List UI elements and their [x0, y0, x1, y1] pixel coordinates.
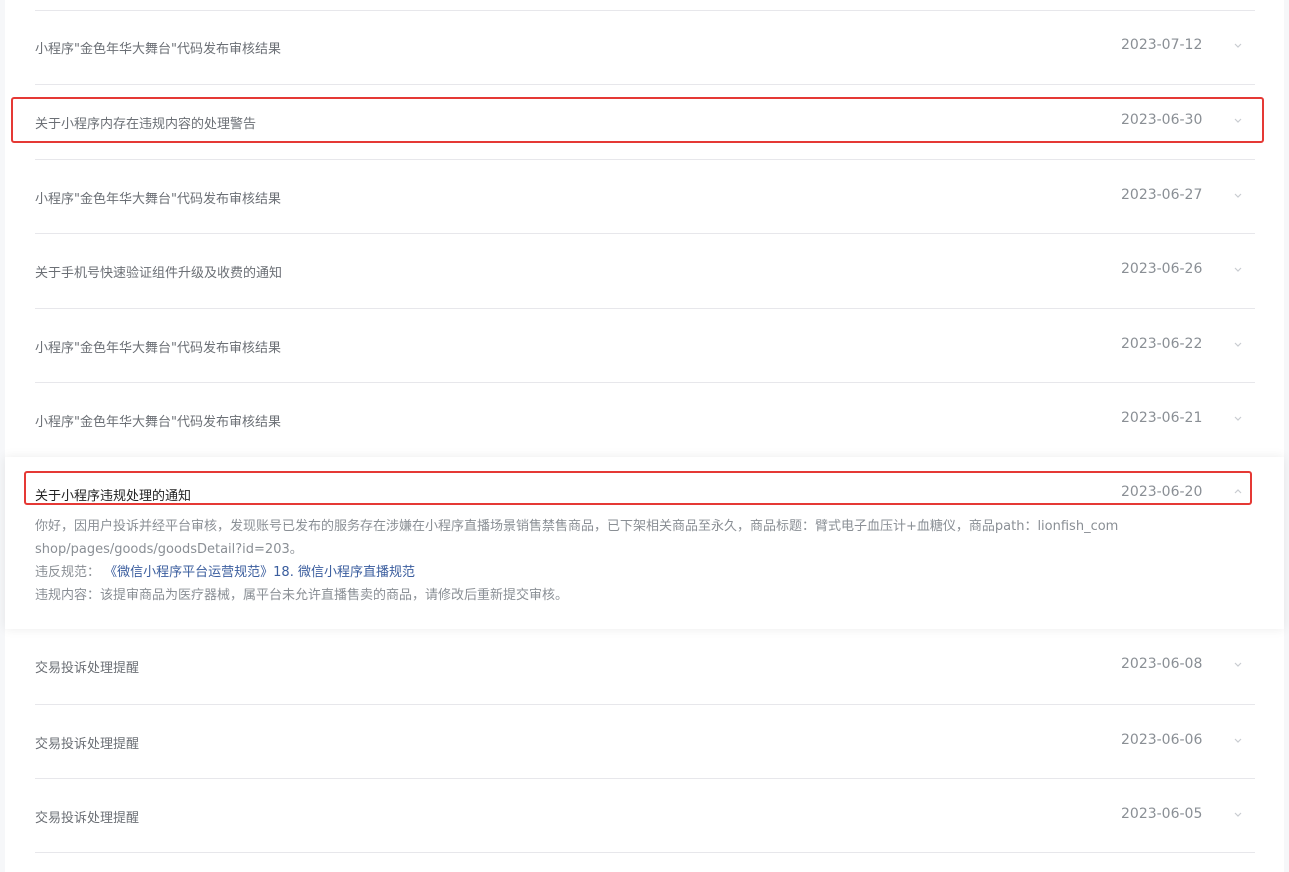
- rule-label: 违反规范：: [35, 565, 101, 580]
- notice-title: 关于小程序内存在违规内容的处理警告: [35, 117, 257, 132]
- notice-title: 交易投诉处理提醒: [35, 811, 140, 826]
- detail-text: 你好，因用户投诉并经平台审核，发现账号已发布的服务存在涉嫌在小程序直播场景销售禁…: [35, 519, 1119, 534]
- notice-row[interactable]: 交易投诉处理提醒 2023-06-05: [35, 778, 1255, 852]
- notice-expanded[interactable]: 关于小程序违规处理的通知 2023-06-20 你好，因用户投诉并经平台审核，发…: [5, 457, 1284, 629]
- notice-date: 2023-06-20: [1121, 484, 1203, 500]
- notice-date: 2023-06-27: [1121, 187, 1203, 203]
- notice-title: 小程序"金色年华大舞台"代码发布审核结果: [35, 42, 281, 57]
- chevron-down-icon[interactable]: [1233, 41, 1243, 49]
- notice-date: 2023-06-21: [1121, 410, 1203, 426]
- notice-date: 2023-06-26: [1121, 261, 1203, 277]
- notice-date: 2023-06-05: [1121, 806, 1203, 822]
- chevron-down-icon[interactable]: [1233, 340, 1243, 348]
- chevron-down-icon[interactable]: [1233, 736, 1243, 744]
- notice-title: 关于手机号快速验证组件升级及收费的通知: [35, 266, 283, 281]
- notice-row[interactable]: 交易投诉处理提醒 2023-06-08: [35, 629, 1255, 703]
- notice-date: 2023-07-12: [1121, 37, 1203, 53]
- notice-date: 2023-06-08: [1121, 656, 1203, 672]
- notice-row[interactable]: 关于小程序内存在违规内容的处理警告 2023-06-30: [35, 84, 1255, 158]
- rule-link[interactable]: 《微信小程序平台运营规范》18. 微信小程序直播规范: [104, 565, 415, 580]
- violation-text: 违规内容：该提审商品为医疗器械，属平台未允许直播售卖的商品，请修改后重新提交审核…: [35, 588, 569, 603]
- notice-row[interactable]: 小程序"金色年华大舞台"代码发布审核结果 2023-07-12: [35, 10, 1255, 84]
- notice-title: 小程序"金色年华大舞台"代码发布审核结果: [35, 192, 281, 207]
- chevron-down-icon[interactable]: [1233, 116, 1243, 124]
- divider: [35, 852, 1255, 853]
- notice-row[interactable]: 交易投诉处理提醒 2023-06-06: [35, 704, 1255, 778]
- chevron-down-icon[interactable]: [1233, 191, 1243, 199]
- notice-title: 关于小程序违规处理的通知: [35, 489, 192, 504]
- notice-row[interactable]: 小程序"金色年华大舞台"代码发布审核结果 2023-06-22: [35, 308, 1255, 382]
- notice-title: 小程序"金色年华大舞台"代码发布审核结果: [35, 341, 281, 356]
- notice-date: 2023-06-22: [1121, 336, 1203, 352]
- rule-line: 违反规范： 《微信小程序平台运营规范》18. 微信小程序直播规范: [35, 561, 1215, 584]
- notice-title: 小程序"金色年华大舞台"代码发布审核结果: [35, 415, 281, 430]
- notice-title: 交易投诉处理提醒: [35, 661, 140, 676]
- notice-title: 交易投诉处理提醒: [35, 737, 140, 752]
- notice-date: 2023-06-06: [1121, 732, 1203, 748]
- detail-text: shop/pages/goods/goodsDetail?id=203。: [35, 542, 303, 557]
- chevron-up-icon[interactable]: [1233, 488, 1243, 496]
- notice-row[interactable]: 小程序"金色年华大舞台"代码发布审核结果 2023-06-21: [35, 382, 1255, 456]
- chevron-down-icon[interactable]: [1233, 265, 1243, 273]
- notice-detail: 你好，因用户投诉并经平台审核，发现账号已发布的服务存在涉嫌在小程序直播场景销售禁…: [35, 515, 1215, 607]
- chevron-down-icon[interactable]: [1233, 660, 1243, 668]
- notice-date: 2023-06-30: [1121, 112, 1203, 128]
- notice-row[interactable]: 关于手机号快速验证组件升级及收费的通知 2023-06-26: [35, 233, 1255, 307]
- chevron-down-icon[interactable]: [1233, 810, 1243, 818]
- notice-row[interactable]: 小程序"金色年华大舞台"代码发布审核结果 2023-06-27: [35, 159, 1255, 233]
- chevron-down-icon[interactable]: [1233, 414, 1243, 422]
